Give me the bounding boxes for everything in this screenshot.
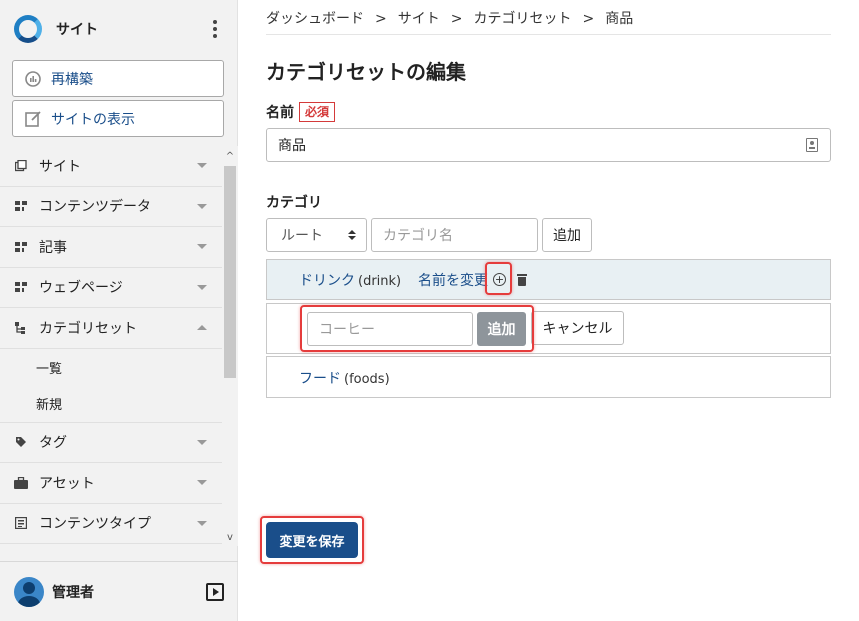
sidebar-item-content-data[interactable]: コンテンツデータ bbox=[0, 187, 222, 227]
sidebar-item-content-types[interactable]: コンテンツタイプ bbox=[0, 504, 222, 544]
breadcrumb: ダッシュボード > サイト > カテゴリセット > 商品 bbox=[266, 8, 633, 28]
sidebar-item-label: サイト bbox=[39, 158, 81, 175]
sidebar-item-label: アセット bbox=[39, 475, 95, 492]
chevron-down-icon bbox=[197, 203, 207, 209]
trash-icon[interactable] bbox=[517, 274, 527, 286]
category-label: カテゴリ bbox=[266, 195, 322, 211]
breadcrumb-site[interactable]: サイト bbox=[398, 11, 440, 27]
breadcrumb-separator: > bbox=[450, 11, 463, 27]
highlight-save-button bbox=[260, 516, 364, 564]
rebuild-label: 再構築 bbox=[51, 71, 93, 88]
sidebar-item-label: カテゴリセット bbox=[39, 320, 137, 337]
movable-type-logo-icon[interactable] bbox=[14, 15, 42, 43]
breadcrumb-separator: > bbox=[582, 11, 595, 27]
breadcrumb-divider bbox=[266, 34, 831, 35]
site-name[interactable]: サイト bbox=[56, 19, 207, 39]
sidebar-item-label: ウェブページ bbox=[39, 280, 123, 297]
contact-card-icon[interactable] bbox=[806, 138, 818, 152]
entry-icon bbox=[14, 240, 28, 254]
select-arrows-icon bbox=[348, 230, 356, 240]
name-input[interactable]: 商品 bbox=[266, 128, 831, 162]
chevron-down-icon bbox=[197, 163, 207, 169]
scroll-up-arrow-icon[interactable]: ^ bbox=[222, 149, 238, 163]
sidebar-item-category-sets[interactable]: カテゴリセット bbox=[0, 308, 222, 349]
subnav-item-list[interactable]: 一覧 bbox=[0, 349, 222, 386]
category-label: フード bbox=[299, 371, 341, 387]
add-category-button[interactable]: 追加 bbox=[542, 218, 592, 252]
select-value: ルート bbox=[281, 228, 323, 244]
sidebar-item-site[interactable]: サイト bbox=[0, 146, 222, 187]
name-label-text: 名前 bbox=[266, 105, 294, 121]
breadcrumb-category-sets[interactable]: カテゴリセット bbox=[473, 11, 571, 27]
user-avatar[interactable] bbox=[14, 576, 44, 607]
scroll-down-arrow-icon[interactable]: v bbox=[222, 530, 238, 544]
required-badge: 必須 bbox=[299, 102, 336, 122]
category-tree-row-foods: フード (foods) bbox=[266, 356, 831, 398]
rename-link[interactable]: 名前を変更 bbox=[418, 270, 488, 290]
asset-icon bbox=[14, 476, 28, 490]
parent-category-select[interactable]: ルート bbox=[266, 218, 367, 252]
rebuild-icon bbox=[24, 70, 42, 88]
view-site-button[interactable]: サイトの表示 bbox=[12, 100, 224, 137]
subnav-item-new[interactable]: 新規 bbox=[0, 386, 222, 423]
sidebar-scrollbar[interactable]: ^ v bbox=[222, 146, 238, 546]
breadcrumb-current: 商品 bbox=[605, 11, 634, 27]
sidebar-item-label: 記事 bbox=[39, 239, 67, 256]
rebuild-button[interactable]: 再構築 bbox=[12, 60, 224, 97]
category-name-placeholder: カテゴリ名 bbox=[383, 228, 453, 244]
chevron-down-icon bbox=[197, 520, 207, 526]
chevron-up-icon bbox=[197, 325, 207, 331]
edit-external-icon bbox=[24, 110, 42, 128]
chevron-down-icon bbox=[197, 284, 207, 290]
sidebar-item-label: コンテンツタイプ bbox=[39, 516, 151, 533]
site-icon bbox=[14, 159, 28, 173]
sidebar-item-assets[interactable]: アセット bbox=[0, 463, 222, 504]
more-menu-icon[interactable] bbox=[207, 20, 223, 38]
webpage-icon bbox=[14, 280, 28, 294]
chevron-down-icon bbox=[197, 244, 207, 250]
content-type-icon bbox=[14, 516, 28, 530]
cancel-button[interactable]: キャンセル bbox=[531, 311, 624, 345]
sidebar-item-webpages[interactable]: ウェブページ bbox=[0, 268, 222, 308]
name-input-value: 商品 bbox=[278, 138, 306, 154]
category-name-input[interactable]: カテゴリ名 bbox=[371, 218, 538, 252]
view-site-label: サイトの表示 bbox=[51, 111, 135, 128]
play-icon[interactable] bbox=[206, 582, 224, 601]
tag-icon bbox=[14, 435, 28, 449]
category-set-icon bbox=[14, 321, 28, 335]
category-tree-row-drink: ドリンク (drink) 名前を変更 + bbox=[266, 259, 831, 300]
category-name-foods[interactable]: フード (foods) bbox=[299, 368, 390, 388]
scrollbar-thumb[interactable] bbox=[224, 166, 236, 378]
breadcrumb-dashboard[interactable]: ダッシュボード bbox=[266, 11, 364, 27]
sidebar-item-label: タグ bbox=[39, 435, 67, 452]
category-label: ドリンク bbox=[299, 273, 355, 289]
highlight-inline-add bbox=[300, 305, 534, 352]
sidebar-nav: サイト コンテンツデータ 記事 ウェブページ カテゴリセット 一覧 新規 タグ bbox=[0, 146, 222, 546]
name-field-label: 名前 必須 bbox=[266, 102, 336, 122]
chevron-down-icon bbox=[197, 439, 207, 445]
sidebar-item-label: コンテンツデータ bbox=[39, 199, 151, 216]
category-name-drink[interactable]: ドリンク (drink) bbox=[299, 270, 401, 290]
sidebar: サイト 再構築 サイトの表示 サイト コンテンツデータ 記事 ウェブページ カテ… bbox=[0, 0, 238, 621]
page-title: カテゴリセットの編集 bbox=[266, 60, 466, 84]
user-name[interactable]: 管理者 bbox=[52, 582, 206, 602]
category-slug: (drink) bbox=[358, 274, 402, 289]
breadcrumb-separator: > bbox=[375, 11, 387, 27]
category-slug: (foods) bbox=[344, 372, 390, 387]
sidebar-item-entries[interactable]: 記事 bbox=[0, 227, 222, 268]
highlight-add-child bbox=[485, 262, 512, 295]
content-data-icon bbox=[14, 199, 28, 213]
sidebar-item-tags[interactable]: タグ bbox=[0, 423, 222, 463]
sidebar-header: サイト bbox=[0, 0, 237, 58]
sidebar-footer: 管理者 bbox=[0, 561, 238, 621]
chevron-down-icon bbox=[197, 480, 207, 486]
